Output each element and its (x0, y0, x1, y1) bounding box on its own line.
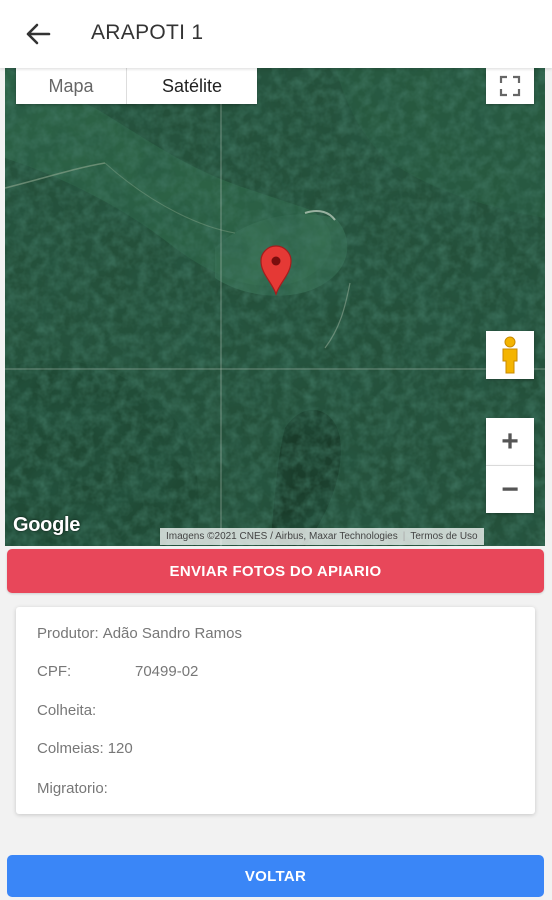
fullscreen-icon (499, 75, 521, 97)
map-type-map-button[interactable]: Mapa (16, 68, 127, 104)
plus-icon: + (501, 424, 519, 458)
produtor-value: Adão Sandro Ramos (102, 625, 242, 642)
map-type-satellite-button[interactable]: Satélite (127, 68, 257, 104)
colmeias-field: Colmeias: 120 (37, 740, 133, 757)
app-bar: ARAPOTI 1 (0, 0, 552, 68)
street-view-button[interactable] (486, 331, 534, 379)
google-logo: Google (13, 514, 81, 536)
terms-link[interactable]: Termos de Uso (410, 531, 477, 542)
cpf-label: CPF: (37, 663, 72, 680)
migratorio-field: Migratorio: (37, 780, 112, 797)
colmeias-value: 120 (107, 740, 133, 757)
attribution-text: Imagens ©2021 CNES / Airbus, Maxar Techn… (166, 531, 398, 542)
zoom-in-button[interactable]: + (486, 418, 534, 466)
satellite-imagery (5, 68, 545, 546)
apiary-details-card: Produtor: Adão Sandro Ramos CPF: 70499-02 … (16, 607, 535, 814)
minus-icon: − (501, 472, 519, 506)
location-marker-icon[interactable] (259, 244, 293, 296)
produtor-field: Produtor: Adão Sandro Ramos (37, 625, 242, 642)
fullscreen-button[interactable] (486, 68, 534, 104)
arrow-left-icon (26, 23, 51, 45)
cpf-field: CPF: 70499-02 (37, 663, 337, 680)
back-arrow-button[interactable] (18, 16, 58, 52)
attribution-separator: | (402, 531, 406, 542)
page-title: ARAPOTI 1 (91, 21, 204, 44)
map-attribution: Imagens ©2021 CNES / Airbus, Maxar Techn… (160, 528, 484, 545)
produtor-label: Produtor: (37, 625, 99, 642)
pegman-icon (502, 336, 518, 374)
colheita-label: Colheita: (37, 702, 97, 719)
map-type-control: Mapa Satélite (16, 68, 257, 104)
back-button[interactable]: VOLTAR (7, 855, 544, 897)
cpf-value: 70499-02 (135, 663, 199, 680)
satellite-map[interactable]: Mapa Satélite + − Google Imagens ©2021 C… (5, 68, 545, 546)
zoom-out-button[interactable]: − (486, 466, 534, 513)
colheita-field: Colheita: (37, 702, 100, 719)
send-photos-button[interactable]: ENVIAR FOTOS DO APIARIO (7, 549, 544, 593)
colmeias-label: Colmeias: (37, 740, 104, 757)
migratorio-label: Migratorio: (37, 780, 108, 797)
